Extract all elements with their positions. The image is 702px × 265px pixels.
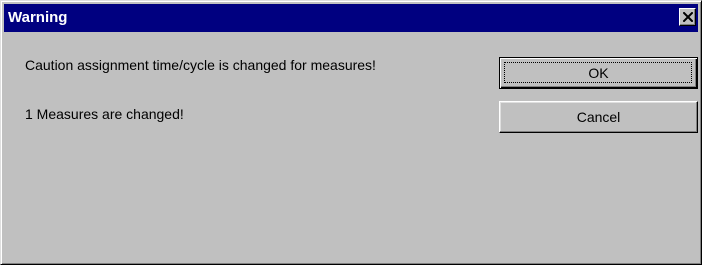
ok-button[interactable]: OK	[499, 57, 698, 89]
close-icon	[682, 12, 693, 22]
warning-dialog: Warning Caution assignment time/cycle is…	[0, 0, 702, 265]
cancel-button[interactable]: Cancel	[499, 101, 698, 133]
cancel-button-label: Cancel	[576, 109, 621, 125]
changed-count-message: 1 Measures are changed!	[25, 106, 184, 122]
warning-message: Caution assignment time/cycle is changed…	[25, 57, 376, 73]
dialog-title: Warning	[8, 9, 68, 26]
title-bar[interactable]: Warning	[4, 4, 698, 32]
ok-button-label: OK	[588, 65, 609, 81]
close-button[interactable]	[679, 8, 696, 26]
